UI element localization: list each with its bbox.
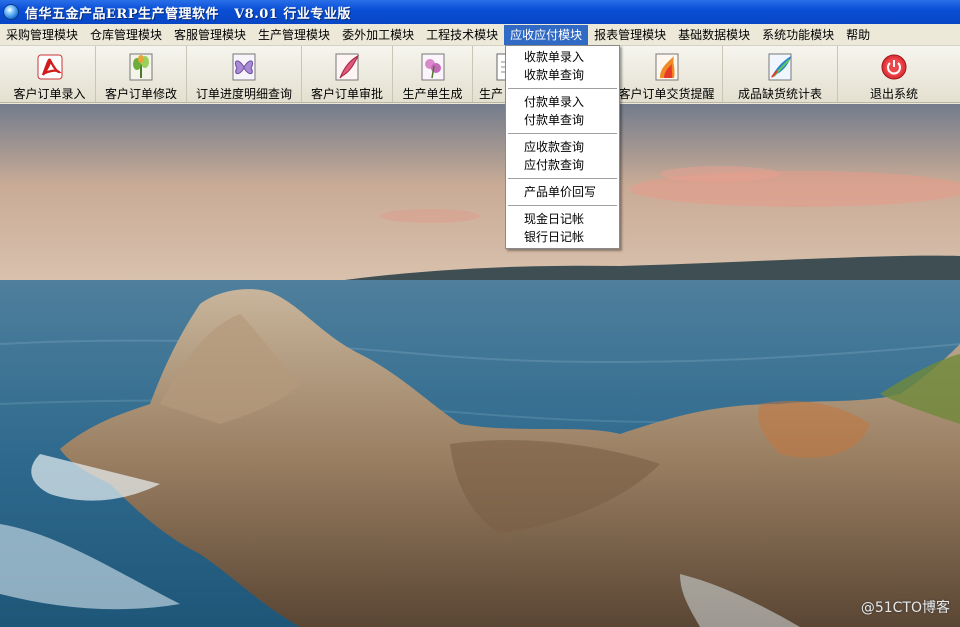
toolbar-label: 成品缺货统计表 [737,87,822,101]
plant-icon [129,53,153,81]
desktop-background: @51CTO博客 [0,104,960,627]
menu-separator [508,133,617,134]
menu-system[interactable]: 系统功能模块 [756,25,840,45]
dd-receivable-query[interactable]: 应收款查询 [506,138,619,156]
dd-bank-journal[interactable]: 银行日记帐 [506,228,619,246]
production-order-generate-button[interactable]: 生产单生成 [393,46,473,102]
app-globe-icon[interactable] [3,4,19,20]
toolbar-label: 客户订单交货提醒 [618,87,715,101]
order-progress-query-button[interactable]: 订单进度明细查询 [187,46,302,102]
toolbar-label: 客户订单审批 [310,87,383,101]
dd-payable-query[interactable]: 应付款查询 [506,156,619,174]
feather-icon [335,53,360,81]
flame-icon [655,53,678,81]
menu-bar: 采购管理模块 仓库管理模块 客服管理模块 生产管理模块 委外加工模块 工程技术模… [0,24,960,46]
dd-cash-journal[interactable]: 现金日记帐 [506,210,619,228]
pdf-icon [37,54,62,80]
menu-help[interactable]: 帮助 [840,25,876,45]
menu-outsourcing[interactable]: 委外加工模块 [336,25,420,45]
power-icon [881,54,907,80]
menu-engineering[interactable]: 工程技术模块 [420,25,504,45]
menu-separator [508,88,617,89]
menu-purchase[interactable]: 采购管理模块 [0,25,84,45]
watermark: @51CTO博客 [860,600,950,616]
dd-receipt-entry[interactable]: 收款单录入 [506,48,619,66]
menu-receivable-payable[interactable]: 应收应付模块 [504,24,589,45]
menu-warehouse[interactable]: 仓库管理模块 [84,25,168,45]
stock-shortage-report-button[interactable]: 成品缺货统计表 [723,46,838,102]
delivery-reminder-button[interactable]: 客户订单交货提醒 [611,46,723,102]
toolbar-label: 客户订单录入 [13,87,86,101]
receivable-payable-dropdown: 收款单录入 收款单查询 付款单录入 付款单查询 应收款查询 应付款查询 产品单价… [505,45,620,249]
quill-icon [768,53,792,81]
dd-price-writeback[interactable]: 产品单价回写 [506,183,619,201]
customer-order-edit-button[interactable]: 客户订单修改 [96,46,187,102]
butterfly-icon [232,53,256,81]
toolbar-label: 生产 [479,87,504,101]
customer-order-entry-button[interactable]: 客户订单录入 [4,46,96,102]
customer-order-approval-button[interactable]: 客户订单审批 [302,46,393,102]
toolbar-label: 客户订单修改 [104,87,177,101]
menu-customer-service[interactable]: 客服管理模块 [168,25,252,45]
menu-separator [508,205,617,206]
coastal-rocks-image [0,104,960,627]
menu-separator [508,178,617,179]
dd-payment-entry[interactable]: 付款单录入 [506,93,619,111]
flower-icon [421,53,444,81]
exit-system-button[interactable]: 退出系统 [838,46,950,102]
toolbar-label: 退出系统 [869,87,918,101]
toolbar: 客户订单录入 客户订单修改 订单进度明细查询 客户订单审批 生产单生成 生产 客… [0,46,960,103]
toolbar-label: 订单进度明细查询 [195,87,292,101]
menu-base-data[interactable]: 基础数据模块 [672,25,756,45]
window-title: 信华五金产品ERP生产管理软件 V8.01 行业专业版 [25,6,351,22]
menu-production[interactable]: 生产管理模块 [252,25,336,45]
title-bar: 信华五金产品ERP生产管理软件 V8.01 行业专业版 [0,0,960,24]
menu-reports[interactable]: 报表管理模块 [588,25,672,45]
toolbar-label: 生产单生成 [402,87,463,101]
dd-receipt-query[interactable]: 收款单查询 [506,66,619,84]
dd-payment-query[interactable]: 付款单查询 [506,111,619,129]
